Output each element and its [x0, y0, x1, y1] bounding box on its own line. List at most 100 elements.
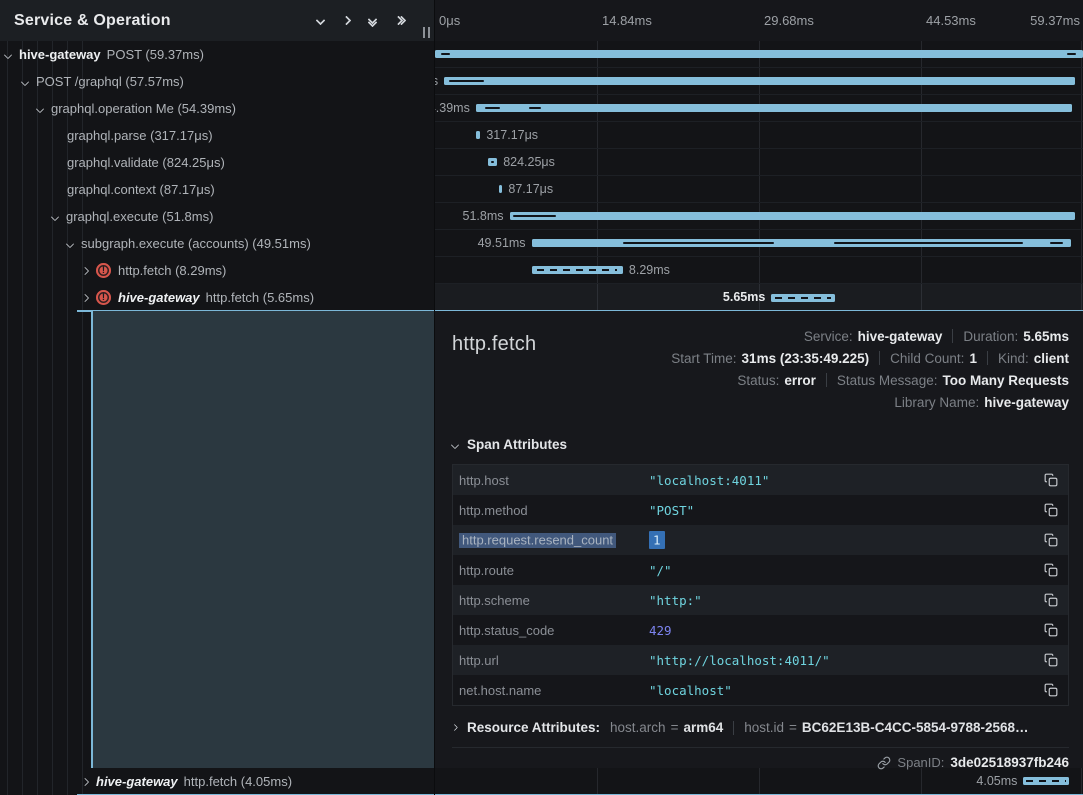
link-icon[interactable] [877, 756, 891, 770]
tick-label: 0μs [439, 0, 460, 41]
span-label: POST (59.37ms) [107, 47, 204, 62]
timeline-lane: 4.05ms [435, 768, 1083, 795]
span-label: http.fetch (8.29ms) [118, 263, 226, 278]
copy-icon[interactable] [1042, 621, 1060, 639]
span-bar[interactable] [476, 104, 1072, 112]
collapse-one-icon[interactable] [316, 16, 326, 26]
chevron-down-icon[interactable] [4, 50, 12, 58]
attr-row-http-status-code[interactable]: http.status_code 429 [453, 615, 1068, 645]
timeline-lane: 317.17μs [435, 122, 1083, 149]
span-bar[interactable] [476, 131, 481, 139]
kind-value: client [1034, 351, 1069, 366]
span-bar[interactable] [499, 185, 502, 193]
child-count-value: 1 [969, 351, 977, 366]
start-time-label: Start Time: [671, 351, 736, 366]
collapse-all-icon[interactable] [369, 16, 376, 26]
error-icon [96, 263, 111, 278]
span-row-execute[interactable]: graphql.execute (51.8ms) 51.8ms [0, 203, 1083, 230]
attr-row-http-method[interactable]: http.method "POST" [453, 495, 1068, 525]
kind-label: Kind: [998, 351, 1029, 366]
timeline-lane: 8.29ms [435, 257, 1083, 284]
resource-attr-value: arm64 [683, 720, 723, 735]
span-bar[interactable] [532, 239, 1072, 247]
span-row-operation-me[interactable]: graphql.operation Me (54.39ms) 54.39ms [0, 95, 1083, 122]
timeline-header: 0μs 14.84ms 29.68ms 44.53ms 59.37ms [435, 0, 1083, 41]
duration-label: 317.17μs [486, 122, 538, 148]
span-id-label: SpanID: [897, 755, 944, 770]
chevron-down-icon[interactable] [51, 212, 59, 220]
span-bar[interactable] [510, 212, 1076, 220]
span-row-parse[interactable]: graphql.parse (317.17μs) 317.17μs [0, 122, 1083, 149]
chevron-right-icon[interactable] [81, 266, 89, 274]
panel-split-line[interactable] [434, 0, 435, 795]
error-icon [96, 290, 111, 305]
span-row-subgraph-execute[interactable]: subgraph.execute (accounts) (49.51ms) 49… [0, 230, 1083, 257]
span-bar[interactable] [1023, 777, 1068, 785]
tick-label: 44.53ms [926, 0, 976, 41]
span-label: graphql.operation Me (54.39ms) [51, 101, 236, 116]
span-row-context[interactable]: graphql.context (87.17μs) 87.17μs [0, 176, 1083, 203]
chevron-down-icon [451, 440, 459, 448]
attr-row-http-route[interactable]: http.route "/" [453, 555, 1068, 585]
duration-label: 54.39ms [435, 95, 470, 121]
service-name: hive-gateway [96, 774, 178, 789]
span-bar[interactable] [444, 77, 1075, 85]
span-bar[interactable] [532, 266, 623, 274]
copy-icon[interactable] [1042, 681, 1060, 699]
span-row-http-fetch-selected[interactable]: hive-gateway http.fetch (5.65ms) 5.65ms [0, 284, 1083, 311]
resource-attr-key: host.id [744, 720, 784, 735]
span-detail-title: http.fetch [452, 325, 536, 356]
panel-resize-handle[interactable] [423, 27, 430, 38]
copy-icon[interactable] [1042, 471, 1060, 489]
resource-attr-key: host.arch [610, 720, 666, 735]
span-label: graphql.execute (51.8ms) [66, 209, 213, 224]
span-row-validate[interactable]: graphql.validate (824.25μs) 824.25μs [0, 149, 1083, 176]
attr-row-http-host[interactable]: http.host "localhost:4011" [453, 465, 1068, 495]
span-label: graphql.parse (317.17μs) [67, 128, 213, 143]
span-row-http-fetch-4ms[interactable]: hive-gateway http.fetch (4.05ms) 4.05ms [0, 768, 1083, 795]
resource-attributes-section-header[interactable]: Resource Attributes: host.arch = arm64 h… [452, 720, 1069, 735]
service-label: Service: [804, 329, 853, 344]
span-bar[interactable] [488, 158, 497, 166]
status-label: Status: [737, 373, 779, 388]
copy-icon[interactable] [1042, 531, 1060, 549]
expand-all-icon[interactable] [395, 17, 405, 24]
duration-label: 4.05ms [976, 768, 1017, 794]
duration-value: 5.65ms [1023, 329, 1069, 344]
duration-label: 824.25μs [503, 149, 555, 175]
span-attributes-section-header[interactable]: Span Attributes [452, 437, 1069, 452]
span-bar[interactable] [435, 50, 1083, 58]
trace-viewer: Service & Operation 0μs 14.84ms 29.68ms … [0, 0, 1083, 795]
span-row-http-fetch-8ms[interactable]: http.fetch (8.29ms) 8.29ms [0, 257, 1083, 284]
chevron-down-icon[interactable] [21, 77, 29, 85]
service-name: hive-gateway [19, 47, 101, 62]
timeline-lane: 824.25μs [435, 149, 1083, 176]
child-count-label: Child Count: [890, 351, 964, 366]
attr-row-net-host-name[interactable]: net.host.name "localhost" [453, 675, 1068, 705]
attr-row-http-request-resend-count[interactable]: http.request.resend_count 1 [453, 525, 1068, 555]
span-rows-bottom: hive-gateway http.fetch (4.05ms) 4.05ms [0, 768, 1083, 795]
span-bar[interactable] [771, 294, 835, 302]
span-tree-header: Service & Operation [0, 0, 435, 41]
chevron-down-icon[interactable] [36, 104, 44, 112]
status-value: error [784, 373, 816, 388]
attr-row-http-url[interactable]: http.url "http://localhost:4011/" [453, 645, 1068, 675]
copy-icon[interactable] [1042, 651, 1060, 669]
span-label: subgraph.execute (accounts) (49.51ms) [81, 236, 311, 251]
tick-label: 29.68ms [764, 0, 814, 41]
resource-attr-value: BC62E13B-C4CC-5854-9788-2568… [802, 720, 1029, 735]
attr-row-http-scheme[interactable]: http.scheme "http:" [453, 585, 1068, 615]
timeline-lane: 49.51ms [435, 230, 1083, 257]
library-name-label: Library Name: [894, 395, 979, 410]
copy-icon[interactable] [1042, 501, 1060, 519]
copy-icon[interactable] [1042, 561, 1060, 579]
copy-icon[interactable] [1042, 591, 1060, 609]
chevron-right-icon[interactable] [81, 293, 89, 301]
chevron-down-icon[interactable] [66, 239, 74, 247]
span-rows: hive-gateway POST (59.37ms) POST /graphq… [0, 41, 1083, 311]
span-row-post[interactable]: hive-gateway POST (59.37ms) [0, 41, 1083, 68]
expand-one-icon[interactable] [342, 16, 352, 26]
span-row-graphql[interactable]: POST /graphql (57.57ms) 57.57ms [0, 68, 1083, 95]
timeline-lane: 54.39ms [435, 95, 1083, 122]
chevron-right-icon[interactable] [81, 777, 89, 785]
